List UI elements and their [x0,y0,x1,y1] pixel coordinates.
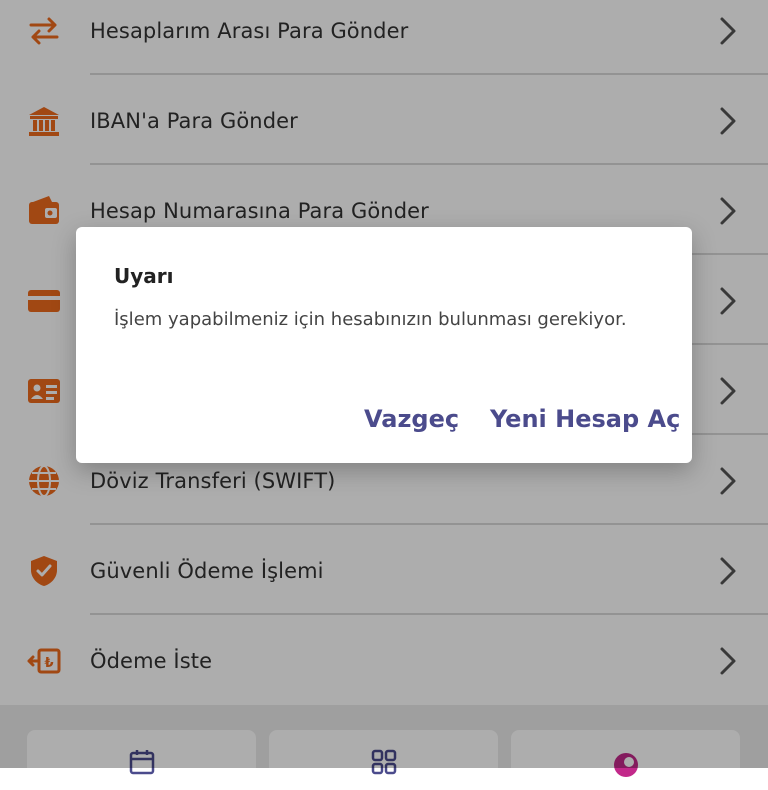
alert-dialog: Uyarı İşlem yapabilmeniz için hesabınızı… [76,227,692,463]
cancel-button[interactable]: Vazgeç [364,405,459,433]
open-new-account-button[interactable]: Yeni Hesap Aç [490,405,680,433]
dialog-message: İşlem yapabilmeniz için hesabınızın bulu… [114,309,627,330]
dialog-title: Uyarı [114,264,174,288]
